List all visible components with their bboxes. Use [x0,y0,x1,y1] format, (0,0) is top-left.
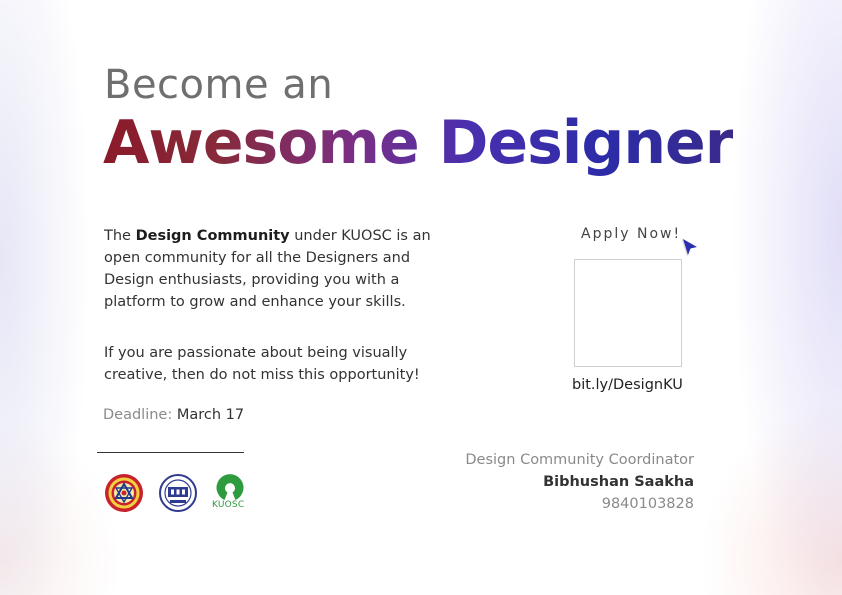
apply-link[interactable]: bit.ly/DesignKU [572,377,683,393]
apply-now-label: Apply Now! [581,226,682,242]
deadline-value: March 17 [176,407,245,423]
kuosc-logo-text: KUOSC [212,500,245,510]
intro-pre: The [104,228,136,244]
open-source-icon [216,474,244,500]
heading-line-2: Awesome Designer [103,108,734,178]
qr-code-placeholder [574,259,682,367]
divider-line [97,452,244,453]
deadline: Deadline: March 17 [103,407,244,423]
passion-paragraph: If you are passionate about being visual… [104,345,420,383]
kucc-emblem-icon [159,474,197,512]
intro-paragraph: The Design Community under KUOSC is an o… [104,225,434,313]
coordinator-phone: 9840103828 [601,496,694,512]
deadline-label: Deadline: [103,407,173,423]
coordinator-title: Design Community Coordinator [465,452,694,468]
coordinator-name: Bibhushan Saakha [543,474,694,490]
intro-strong: Design Community [135,228,290,244]
cursor-arrow-icon [682,239,697,256]
heading-line-1: Become an [104,62,334,108]
ku-emblem-icon [105,474,143,512]
